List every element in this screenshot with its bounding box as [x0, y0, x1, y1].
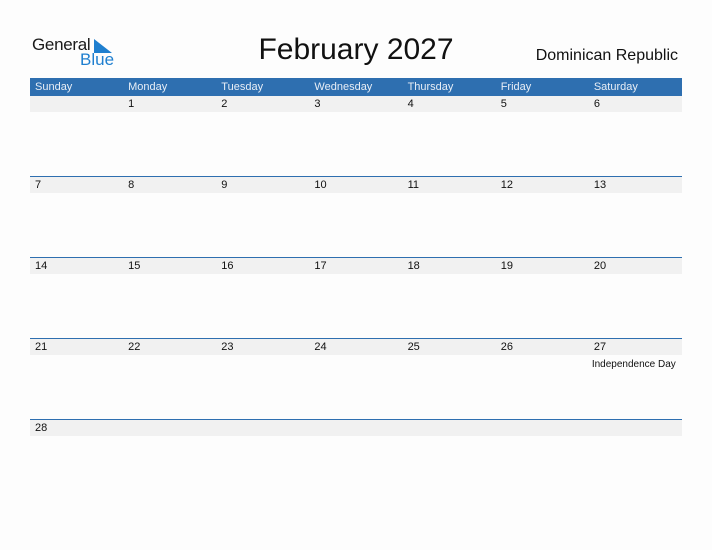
day-number: 9 [221, 179, 228, 191]
day-number: 18 [407, 260, 420, 272]
weekday-tuesday: Tuesday [221, 81, 264, 93]
day-cell[interactable]: 27 Independence Day [589, 339, 682, 417]
day-number: 24 [314, 341, 327, 353]
day-number: 6 [593, 98, 600, 110]
week-row: 14 15 16 17 18 19 20 [30, 257, 682, 338]
day-cell [123, 420, 216, 498]
day-cell[interactable]: 23 [216, 339, 309, 417]
day-cell[interactable]: 8 [123, 177, 216, 255]
day-number: 19 [500, 260, 513, 272]
day-number: 22 [128, 341, 141, 353]
day-number: 10 [314, 179, 327, 191]
day-cell[interactable]: 1 [123, 96, 216, 174]
day-cell[interactable]: 18 [403, 258, 496, 336]
weekday-friday: Friday [500, 81, 532, 93]
day-cell [216, 420, 309, 498]
day-number: 26 [500, 341, 513, 353]
day-cell[interactable]: 15 [123, 258, 216, 336]
day-cell[interactable]: 3 [309, 96, 402, 174]
day-cell[interactable]: 13 [589, 177, 682, 255]
day-number: 28 [35, 422, 48, 434]
day-cell [589, 420, 682, 498]
day-cell[interactable]: 6 [589, 96, 682, 174]
day-cell[interactable]: 22 [123, 339, 216, 417]
week-row: 28 [30, 419, 682, 500]
day-number: 2 [221, 98, 228, 110]
day-cell [30, 96, 123, 174]
day-number: 7 [35, 179, 42, 191]
day-cell[interactable]: 9 [216, 177, 309, 255]
day-cell[interactable]: 21 [30, 339, 123, 417]
week-row: 7 8 9 10 11 12 13 [30, 176, 682, 257]
day-cell [403, 420, 496, 498]
day-cell[interactable]: 26 [496, 339, 589, 417]
day-cell[interactable]: 28 [30, 420, 123, 498]
day-cell[interactable]: 10 [309, 177, 402, 255]
day-cell[interactable]: 2 [216, 96, 309, 174]
holiday-label: Independence Day [591, 359, 676, 370]
day-number: 8 [128, 179, 135, 191]
weekday-wednesday: Wednesday [314, 81, 373, 93]
day-cell [309, 420, 402, 498]
day-number: 20 [593, 260, 607, 272]
day-number: 3 [314, 98, 321, 110]
day-number: 17 [314, 260, 327, 272]
day-cell[interactable]: 19 [496, 258, 589, 336]
weekday-sunday: Sunday [35, 81, 73, 93]
day-number: 15 [128, 260, 141, 272]
day-cell[interactable]: 4 [403, 96, 496, 174]
week-row: 21 22 23 24 25 26 27 Independence Day [30, 338, 682, 419]
week-row: 1 2 3 4 5 6 [30, 96, 682, 177]
day-cell[interactable]: 20 [589, 258, 682, 336]
weekday-monday: Monday [128, 81, 168, 93]
day-number: 23 [221, 341, 234, 353]
day-cell[interactable]: 17 [309, 258, 402, 336]
day-number: 5 [500, 98, 507, 110]
day-number: 1 [128, 98, 135, 110]
day-cell[interactable]: 12 [496, 177, 589, 255]
day-number: 4 [407, 98, 414, 110]
day-cell[interactable]: 25 [403, 339, 496, 417]
day-cell[interactable]: 11 [403, 177, 496, 255]
day-number: 11 [407, 179, 419, 191]
day-number: 27 [593, 341, 607, 353]
weekday-header: Sunday Monday Tuesday Wednesday Thursday… [30, 78, 682, 96]
weekday-saturday: Saturday [593, 81, 638, 93]
day-number: 13 [593, 179, 607, 191]
country-name: Dominican Republic [535, 47, 678, 64]
weekday-thursday: Thursday [407, 81, 454, 93]
day-cell[interactable]: 7 [30, 177, 123, 255]
day-cell[interactable]: 16 [216, 258, 309, 336]
day-cell[interactable]: 24 [309, 339, 402, 417]
day-cell[interactable]: 14 [30, 258, 123, 336]
day-number: 21 [35, 341, 48, 353]
day-number: 16 [221, 260, 234, 272]
day-cell [496, 420, 589, 498]
day-cell[interactable]: 5 [496, 96, 589, 174]
day-number: 14 [35, 260, 48, 272]
day-number: 25 [407, 341, 420, 353]
day-number: 12 [500, 179, 513, 191]
